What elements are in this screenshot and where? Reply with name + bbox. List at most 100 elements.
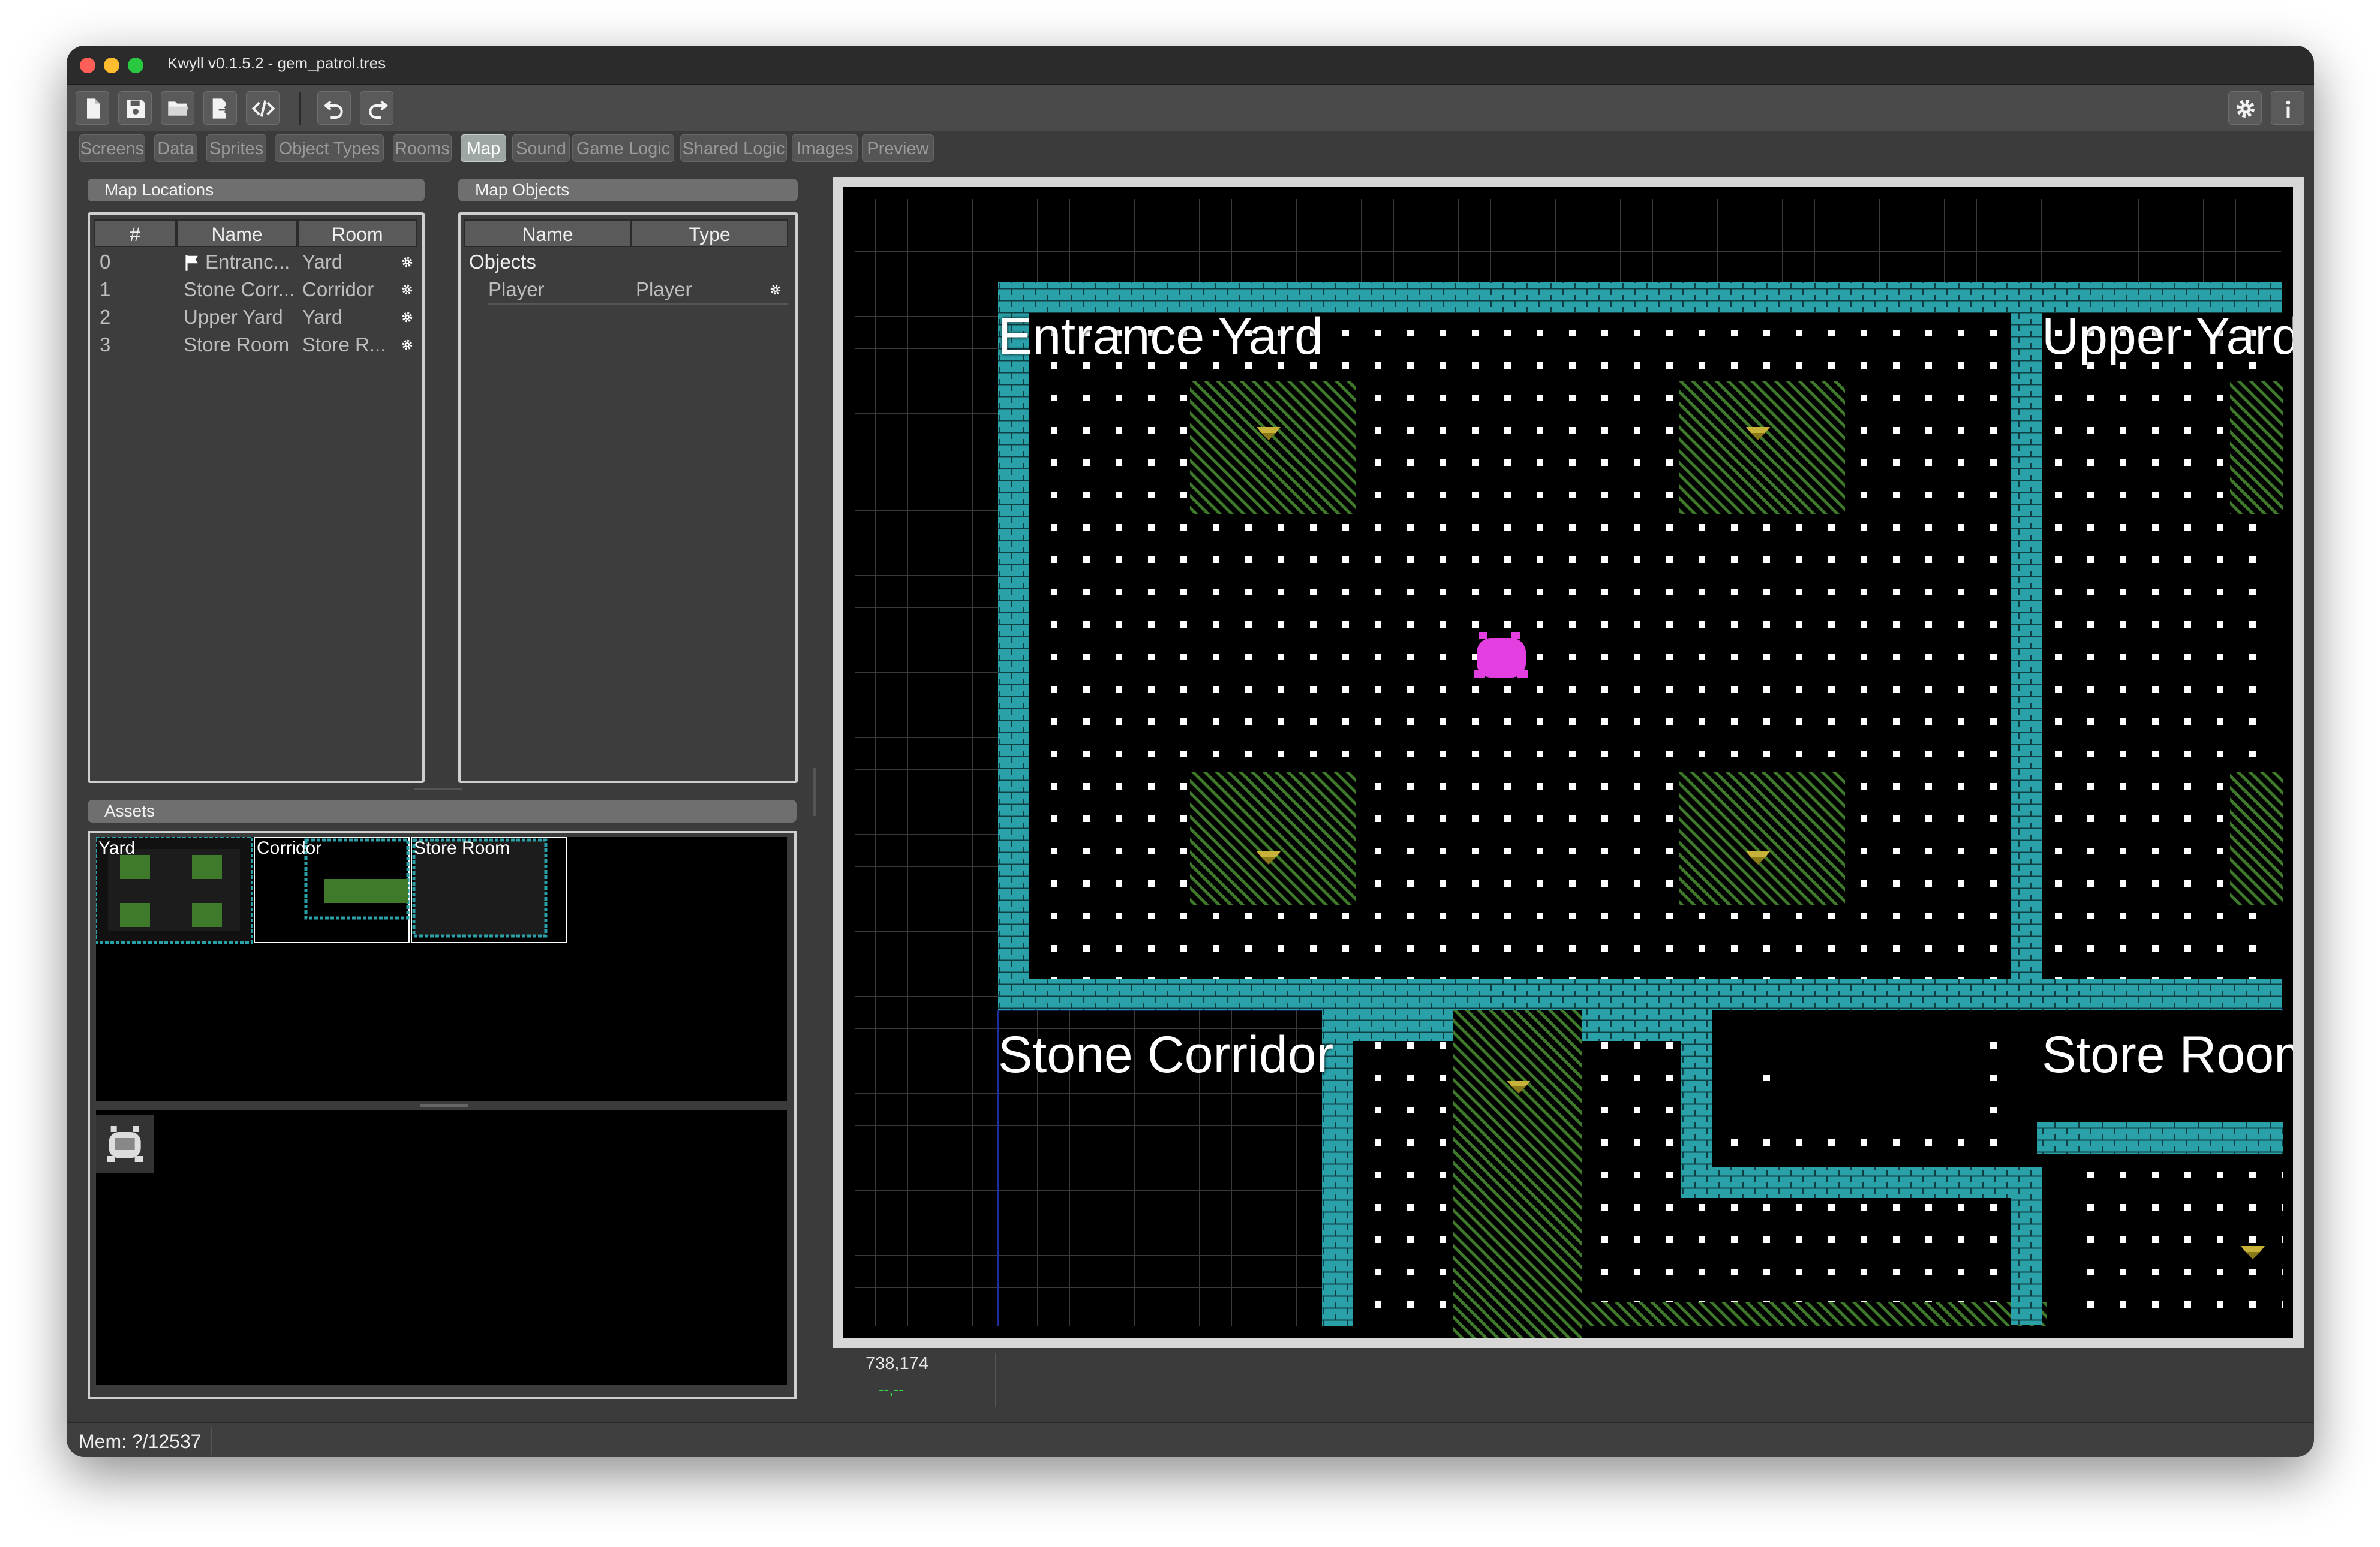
grass-patch	[2230, 381, 2283, 514]
assets-panel: Assets Yard Corridor Store Room	[86, 800, 812, 1405]
status-divider	[211, 1427, 212, 1455]
tab-map[interactable]: Map	[461, 134, 506, 162]
location-row[interactable]: 3 Store Room Store R...	[94, 331, 417, 359]
tile-coordinates: --,--	[879, 1380, 904, 1398]
player-sprite-thumb[interactable]	[96, 1115, 154, 1173]
tab-rooms[interactable]: Rooms	[393, 134, 452, 162]
column-header-object-name[interactable]: Name	[464, 219, 631, 247]
tab-game-logic[interactable]: Game Logic	[572, 134, 674, 162]
objects-group-row[interactable]: Objects	[469, 248, 787, 276]
new-file-button[interactable]	[76, 91, 109, 125]
wall-corridor-ledge	[1681, 1167, 2042, 1198]
grass-patch	[1679, 772, 1845, 905]
coords-divider	[995, 1353, 996, 1407]
room-assets-area: Yard Corridor Store Room	[96, 837, 787, 1101]
title-bar: Kwyll v0.1.5.2 - gem_patrol.tres	[67, 46, 2314, 85]
toolbar	[67, 85, 2314, 131]
player-sprite-icon	[107, 1126, 143, 1162]
undo-icon	[323, 100, 343, 119]
memory-usage: Mem: ?/12537	[79, 1431, 202, 1452]
cursor-coordinates: 738,174	[866, 1354, 928, 1373]
tab-data[interactable]: Data	[154, 134, 197, 162]
object-settings-icon[interactable]	[769, 283, 782, 296]
map-label-store-room: Store Room	[2042, 1026, 2293, 1083]
wall-corridor-top	[1582, 1010, 1712, 1041]
map-locations-panel: Map Locations # Name Room 0 Entranc... Y…	[86, 179, 431, 832]
app-window: Kwyll v0.1.5.2 - gem_patrol.tres Screens…	[67, 46, 2314, 1457]
new-file-icon	[87, 98, 100, 119]
tab-shared-logic[interactable]: Shared Logic	[680, 134, 787, 162]
panel-splitter-horizontal[interactable]	[414, 788, 462, 790]
code-icon	[251, 100, 275, 117]
splitter-grip	[420, 1104, 468, 1107]
grass-strip	[1453, 1010, 1582, 1338]
floor-dots	[1749, 1063, 1785, 1098]
assets-splitter[interactable]	[96, 1101, 787, 1110]
floor-dots	[2073, 1158, 2283, 1326]
tab-bar: Screens Data Sprites Object Types Rooms …	[67, 131, 2314, 165]
save-icon	[127, 100, 145, 118]
tab-images[interactable]: Images	[792, 134, 858, 162]
location-name: Entranc...	[205, 251, 290, 273]
location-room: Corridor	[302, 278, 374, 300]
save-button[interactable]	[118, 91, 152, 125]
location-index: 1	[100, 278, 111, 300]
object-type: Player	[636, 278, 692, 300]
info-button[interactable]	[2271, 91, 2304, 125]
location-settings-icon[interactable]	[401, 283, 414, 296]
wall-corridor-top	[1322, 1010, 1453, 1041]
room-thumb-label[interactable]: Corridor	[257, 838, 321, 859]
map-locations-list: # Name Room 0 Entranc... Yard 1 Stone Co…	[88, 212, 425, 783]
map-label-entrance-yard: Entrance Yard	[998, 308, 1323, 365]
location-index: 2	[100, 306, 111, 328]
map-canvas[interactable]: Entrance Yard Upper Yard Stone Corridor …	[843, 187, 2293, 1338]
open-folder-icon	[168, 101, 188, 116]
object-name: Player	[488, 278, 545, 300]
map-objects-title: Map Objects	[458, 179, 798, 201]
tab-screens[interactable]: Screens	[79, 134, 145, 162]
column-header-index[interactable]: #	[94, 219, 176, 247]
room-thumb-label[interactable]: Store Room	[414, 838, 510, 859]
tab-preview[interactable]: Preview	[862, 134, 934, 162]
location-row[interactable]: 0 Entranc... Yard	[94, 248, 417, 276]
map-label-upper-yard: Upper Yard	[2042, 308, 2293, 365]
redo-button[interactable]	[360, 91, 393, 125]
location-row[interactable]: 2 Upper Yard Yard	[94, 303, 417, 331]
column-header-name[interactable]: Name	[176, 219, 298, 247]
code-button[interactable]	[246, 91, 280, 125]
map-label-stone-corridor: Stone Corridor	[998, 1026, 1334, 1083]
toolbar-separator	[299, 92, 301, 125]
export-button[interactable]	[203, 91, 237, 125]
map-objects-list: Name Type Objects Player Player	[458, 212, 798, 783]
location-room: Store R...	[302, 333, 386, 356]
settings-button[interactable]	[2228, 91, 2262, 125]
tab-sprites[interactable]: Sprites	[206, 134, 266, 162]
location-row[interactable]: 1 Stone Corr... Corridor	[94, 276, 417, 303]
object-row[interactable]: Player Player	[488, 276, 788, 305]
minimize-window-button[interactable]	[104, 58, 119, 73]
zoom-window-button[interactable]	[128, 58, 143, 73]
location-settings-icon[interactable]	[401, 311, 414, 324]
location-settings-icon[interactable]	[401, 338, 414, 351]
undo-button[interactable]	[317, 91, 351, 125]
location-index: 0	[100, 251, 111, 273]
location-index: 3	[100, 333, 111, 356]
wall-store-divider	[2011, 1198, 2042, 1325]
tab-object-types[interactable]: Object Types	[275, 134, 384, 162]
grass-patch	[1679, 381, 1845, 514]
map-objects-panel: Map Objects Name Type Objects Player Pla…	[453, 179, 863, 832]
assets-title: Assets	[88, 800, 797, 823]
tab-sound[interactable]: Sound	[512, 134, 570, 162]
open-folder-button[interactable]	[161, 91, 194, 125]
grass-patch	[2230, 772, 2283, 905]
location-settings-icon[interactable]	[401, 255, 414, 269]
room-thumb-label[interactable]: Yard	[98, 838, 135, 859]
location-name: Stone Corr...	[184, 278, 295, 300]
column-header-room[interactable]: Room	[298, 219, 417, 247]
info-icon	[2286, 100, 2291, 118]
column-header-object-type[interactable]: Type	[631, 219, 788, 247]
panel-splitter-vertical[interactable]	[813, 768, 816, 816]
close-window-button[interactable]	[80, 58, 95, 73]
grass-strip	[1453, 1302, 2047, 1326]
grass-patch	[1190, 381, 1356, 514]
